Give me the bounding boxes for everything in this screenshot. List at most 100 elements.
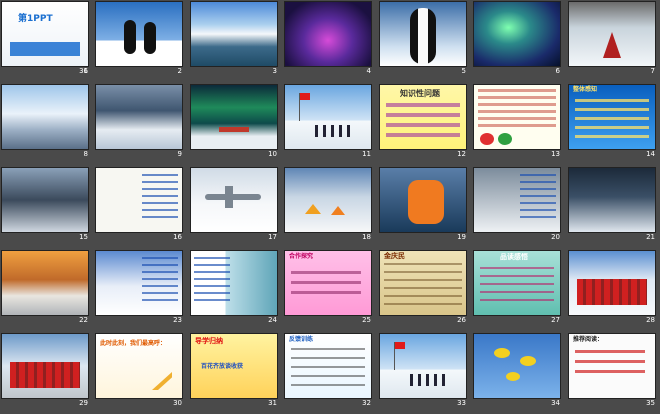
slide-preview[interactable]: 知识性问题 (380, 85, 466, 149)
text-line (194, 264, 230, 266)
slide-preview[interactable]: 第1PPT (2, 2, 88, 66)
slide-preview[interactable] (569, 168, 655, 232)
slide-thumbnail[interactable]: 8 (0, 83, 94, 165)
slide-preview[interactable]: 合作探究 (285, 251, 371, 315)
team-red-suits (577, 279, 647, 305)
slide-preview[interactable] (380, 334, 466, 398)
slide-thumbnail[interactable]: 5 (378, 0, 472, 82)
text-line (478, 103, 556, 106)
slide-preview[interactable] (96, 251, 182, 315)
slide-preview[interactable] (191, 2, 277, 66)
penguin (124, 20, 136, 54)
slide-preview[interactable] (2, 168, 88, 232)
text-line (386, 133, 460, 137)
slide-thumbnail[interactable]: 推荐阅读： 35 (567, 332, 660, 414)
slide-number: 34 (551, 399, 560, 407)
slide-preview[interactable] (285, 85, 371, 149)
slide-thumbnail[interactable]: 第1PPT 36 (0, 0, 94, 82)
slide-thumbnail[interactable]: 10 (189, 83, 283, 165)
text-line (142, 188, 178, 190)
slide-thumbnail[interactable]: 导学归纳 百花齐放谈收获 31 (189, 332, 283, 414)
slide-thumbnail[interactable]: 34 (472, 332, 566, 414)
slide-preview[interactable] (380, 2, 466, 66)
slide-thumbnail[interactable]: 33 (378, 332, 472, 414)
text-line (520, 202, 556, 204)
slide-thumbnail[interactable]: 知识性问题 12 (378, 83, 472, 165)
slide-preview[interactable] (2, 85, 88, 149)
slide-thumbnail[interactable]: 7 (567, 0, 660, 82)
slide-preview[interactable]: 推荐阅读： (569, 334, 655, 398)
slide-preview[interactable]: 整体感知 (569, 85, 655, 149)
text-line (520, 195, 556, 197)
slide-thumbnail[interactable]: 29 (0, 332, 94, 414)
slide-preview[interactable] (569, 2, 655, 66)
slide-thumbnail[interactable]: 28 (567, 249, 660, 331)
text-line (194, 257, 230, 259)
slide-preview[interactable] (380, 168, 466, 232)
text-line (194, 292, 230, 294)
slide-preview[interactable] (285, 168, 371, 232)
slide-thumbnail[interactable]: 反馈训练 32 (283, 332, 377, 414)
slide-number: 26 (457, 316, 466, 324)
slide-preview[interactable]: 导学归纳 百花齐放谈收获 (191, 334, 277, 398)
slide-thumbnail[interactable]: 品读感悟 27 (472, 249, 566, 331)
slide-thumbnail[interactable]: 11 (283, 83, 377, 165)
slide-thumbnail[interactable]: 16 (94, 166, 188, 248)
slide-preview[interactable] (191, 168, 277, 232)
slide-thumbnail[interactable]: 19 (378, 166, 472, 248)
slide-preview[interactable] (2, 251, 88, 315)
slide-preview[interactable]: 品读感悟 (474, 251, 560, 315)
slide-thumbnail[interactable]: 15 (0, 166, 94, 248)
slide-thumbnail[interactable]: 23 (94, 249, 188, 331)
slide-preview[interactable] (191, 85, 277, 149)
slide-number: 28 (646, 316, 655, 324)
slide-preview[interactable] (569, 251, 655, 315)
text-line (142, 202, 178, 204)
slide-thumbnail[interactable]: 2 (94, 0, 188, 82)
slide-thumbnail[interactable]: 13 (472, 83, 566, 165)
text-line (142, 271, 178, 273)
slide-thumbnail[interactable]: 合作探究 25 (283, 249, 377, 331)
slide-title-text: 此时此刻，我们最高呼： (100, 340, 167, 347)
slide-number: 25 (362, 316, 371, 324)
slide-number: 15 (79, 233, 88, 241)
slide-preview[interactable]: 此时此刻，我们最高呼： (96, 334, 182, 398)
slide-preview[interactable] (191, 251, 277, 315)
slide-thumbnail[interactable]: 18 (283, 166, 377, 248)
climber-suit (408, 180, 444, 224)
text-line (142, 285, 178, 287)
slide-preview[interactable] (285, 2, 371, 66)
slide-thumbnail[interactable]: 22 (0, 249, 94, 331)
slide-number: 18 (362, 233, 371, 241)
slide-preview[interactable] (96, 2, 182, 66)
slide-number: 19 (457, 233, 466, 241)
slide-thumbnail[interactable]: 6 (472, 0, 566, 82)
slide-preview[interactable] (474, 168, 560, 232)
slide-preview[interactable] (96, 85, 182, 149)
text-line (291, 357, 365, 359)
slide-thumbnail[interactable]: 3 (189, 0, 283, 82)
slide-preview[interactable]: 金庆民 (380, 251, 466, 315)
slide-thumbnail[interactable]: 此时此刻，我们最高呼： 30 (94, 332, 188, 414)
slide-number: 22 (79, 316, 88, 324)
text-line (575, 360, 645, 363)
slide-thumbnail[interactable]: 整体感知 14 (567, 83, 660, 165)
text-line (142, 264, 178, 266)
slide-thumbnail[interactable]: 24 (189, 249, 283, 331)
slide-thumbnail[interactable]: 17 (189, 166, 283, 248)
slide-number: 5 (461, 67, 466, 75)
slide-preview[interactable] (2, 334, 88, 398)
slide-number: 27 (551, 316, 560, 324)
ship-bow (603, 32, 621, 58)
slide-preview[interactable] (474, 334, 560, 398)
slide-preview[interactable] (474, 85, 560, 149)
slide-number: 10 (268, 150, 277, 158)
slide-preview[interactable] (474, 2, 560, 66)
slide-thumbnail[interactable]: 金庆民 26 (378, 249, 472, 331)
slide-preview[interactable] (96, 168, 182, 232)
slide-thumbnail[interactable]: 20 (472, 166, 566, 248)
slide-thumbnail[interactable]: 9 (94, 83, 188, 165)
slide-thumbnail[interactable]: 4 (283, 0, 377, 82)
slide-thumbnail[interactable]: 21 (567, 166, 660, 248)
slide-preview[interactable]: 反馈训练 (285, 334, 371, 398)
